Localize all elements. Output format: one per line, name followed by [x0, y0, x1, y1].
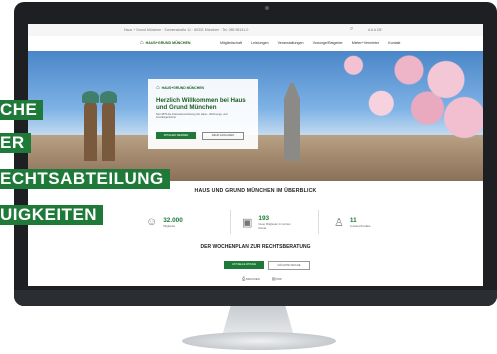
tab-current-week[interactable]: AKTUELLE WOCHE: [224, 261, 264, 269]
webcam-dot: [265, 6, 269, 10]
frauenkirche-tower-left: [84, 101, 97, 161]
printer-icon: ⎙: [242, 276, 246, 281]
learn-more-button[interactable]: MEHR ERFAHREN: [202, 132, 244, 140]
welcome-card: ⌂ HAUS+GRUND MÜNCHEN Herzlich Willkommen…: [148, 79, 258, 149]
id-card-icon: ▣: [242, 216, 253, 229]
nav-item-mitgliedschaft[interactable]: Mitgliedschaft: [220, 41, 242, 45]
nav-item-kontakt[interactable]: Kontakt: [388, 41, 400, 45]
stat-number: 11: [349, 216, 357, 224]
stat-lawyers: ♙ 11 Juristen/Anwälte: [334, 208, 370, 236]
font-size-language-switch[interactable]: A A A DE: [368, 28, 382, 32]
nav-item-mieter-vermieter[interactable]: Mieter+Vermieter: [352, 41, 379, 45]
stat-divider: [230, 210, 231, 234]
contact-address: Haus + Grund München · Sonnenstraße 11 ·…: [124, 28, 249, 32]
cherry-blossom-branch: [298, 51, 483, 146]
browser-screen: Haus + Grund München · Sonnenstraße 11 ·…: [28, 24, 483, 286]
stat-number: 193: [258, 214, 270, 222]
card-logo-text: HAUS+GRUND MÜNCHEN: [161, 86, 204, 90]
nav-menu: Mitgliedschaft Leistungen Veranstaltunge…: [220, 41, 400, 45]
banner-text-4: UIGKEITEN: [0, 205, 104, 225]
person-icon: ♙: [334, 216, 344, 229]
search-icon[interactable]: ⌕: [350, 26, 353, 33]
print-link[interactable]: ⎙ DRUCKEN: [242, 276, 260, 281]
print-label: DRUCKEN: [245, 277, 260, 281]
stat-members: ☺ 32.000 Mitglieder: [146, 208, 183, 236]
stat-number: 32.000: [163, 216, 183, 224]
pdf-label: PDF: [276, 277, 282, 281]
monitor-stand-base: [182, 332, 336, 350]
nav-item-leistungen[interactable]: Leistungen: [251, 41, 269, 45]
house-icon: ⌂: [140, 40, 144, 46]
card-logo: ⌂ HAUS+GRUND MÜNCHEN: [156, 85, 204, 91]
plan-actions: ⎙ DRUCKEN ▤ PDF: [242, 276, 282, 281]
main-navigation: ⌂ HAUS+GRUND MÜNCHEN Mitgliedschaft Leis…: [28, 36, 483, 51]
logo-text: HAUS+GRUND MÜNCHEN: [145, 41, 191, 45]
stat-label: Neue Mitglieder im letzten Monat: [258, 221, 291, 230]
pdf-link[interactable]: ▤ PDF: [272, 276, 282, 281]
hero-banner: ⌂ HAUS+GRUND MÜNCHEN Herzlich Willkommen…: [28, 51, 483, 181]
tower-dome-left: [82, 91, 99, 103]
banner-text-1: CHE: [0, 100, 44, 120]
stat-new-members: ▣ 193 Neue Mitglieder im letzten Monat: [242, 208, 298, 236]
monitor-chin: [14, 290, 497, 306]
tower-dome-right: [100, 91, 117, 103]
nav-item-ratgeber[interactable]: Vorsorge/Ratgeber: [313, 41, 343, 45]
people-icon: ☺: [146, 216, 158, 228]
frauenkirche-tower-right: [102, 101, 115, 161]
nav-item-veranstaltungen[interactable]: Veranstaltungen: [278, 41, 304, 45]
week-switch: AKTUELLE WOCHE NÄCHSTE WOCHE: [224, 261, 310, 270]
monitor-frame: Haus + Grund München · Sonnenstraße 11 ·…: [14, 2, 497, 306]
weekly-plan-heading: DER WOCHENPLAN ZUR RECHTSBERATUNG: [200, 244, 311, 250]
house-icon: ⌂: [156, 85, 160, 91]
join-button[interactable]: MITGLIED WERDEN: [156, 132, 196, 139]
banner-text-3: ECHTSABTEILUNG: [0, 169, 170, 189]
stat-divider: [318, 210, 319, 234]
stats-row: ☺ 32.000 Mitglieder ▣ 193 Neue Mitgliede…: [138, 208, 438, 238]
stat-label: Mitglieder: [163, 223, 176, 228]
site-logo[interactable]: ⌂ HAUS+GRUND MÜNCHEN: [140, 40, 190, 46]
hero-heading: Herzlich Willkommen bei Haus und Grund M…: [156, 97, 246, 112]
top-info-bar: Haus + Grund München · Sonnenstraße 11 ·…: [28, 24, 483, 36]
banner-text-2: ER: [0, 133, 31, 153]
tab-next-week[interactable]: NÄCHSTE WOCHE: [268, 261, 310, 270]
hero-text: Seit 1879 die Interessenvertretung der H…: [156, 113, 228, 120]
stat-label: Juristen/Anwälte: [349, 223, 371, 228]
